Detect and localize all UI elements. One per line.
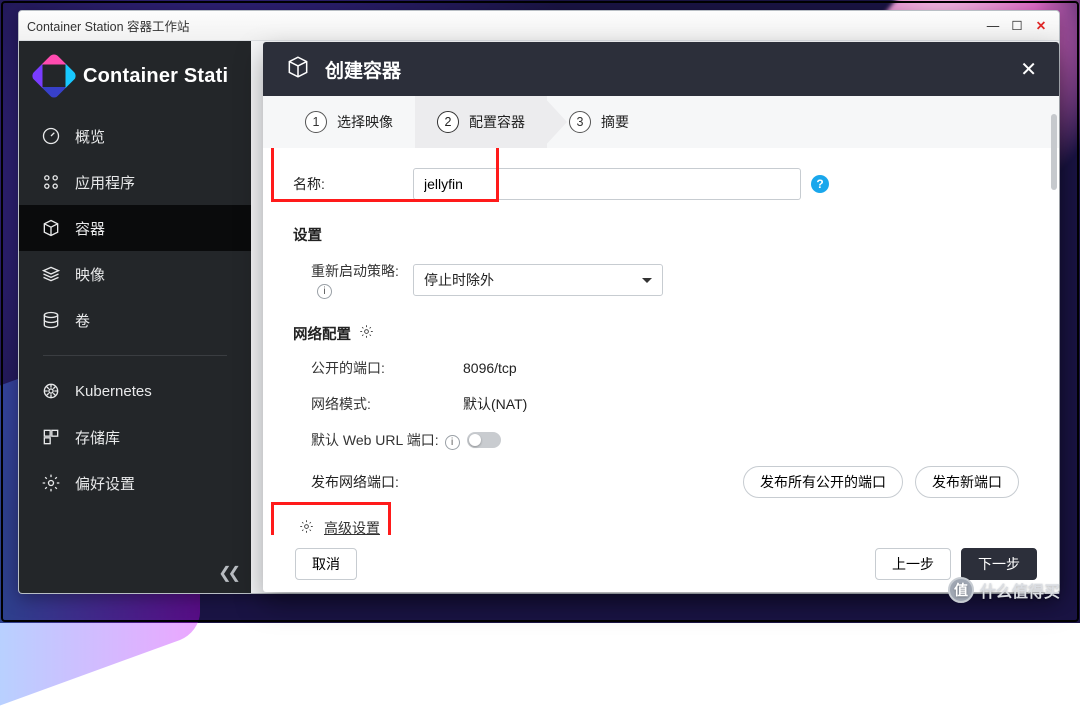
info-icon[interactable]: i	[317, 284, 332, 299]
step-number: 1	[305, 111, 327, 133]
database-icon	[41, 310, 61, 330]
sidebar-item-repos[interactable]: 存储库	[19, 414, 251, 460]
publish-all-button[interactable]: 发布所有公开的端口	[743, 466, 903, 498]
web-url-port-label: 默认 Web URL 端口:i	[293, 430, 463, 450]
watermark: 值 什么值得买	[948, 577, 1060, 603]
restart-policy-select[interactable]: 停止时除外	[413, 264, 663, 296]
sidebar-item-containers[interactable]: 容器	[19, 205, 251, 251]
gear-icon	[41, 473, 61, 493]
titlebar: Container Station 容器工作站 — ☐ ✕	[19, 11, 1059, 41]
layers-icon	[41, 264, 61, 284]
gear-icon[interactable]	[359, 324, 374, 343]
advanced-settings-link[interactable]: 高级设置	[324, 518, 380, 535]
publish-ports-label: 发布网络端口:	[293, 472, 399, 492]
sidebar-item-label: 概览	[75, 126, 105, 147]
network-heading: 网络配置	[293, 323, 1019, 344]
help-icon[interactable]: ?	[811, 175, 829, 193]
publish-new-button[interactable]: 发布新端口	[915, 466, 1019, 498]
info-icon[interactable]: i	[445, 435, 460, 450]
watermark-badge: 值	[948, 577, 974, 603]
step-label: 摘要	[601, 112, 629, 132]
dialog-title: 创建容器	[325, 56, 401, 83]
app-logo-icon	[37, 59, 71, 93]
exposed-port-label: 公开的端口:	[293, 358, 463, 378]
dialog-body: 名称: ? 设置 重新启动策略:i 停止时除外 网络配置 公开的端口: 8096…	[263, 148, 1059, 535]
step-1[interactable]: 1 选择映像	[283, 96, 415, 148]
sidebar-item-label: 容器	[75, 218, 105, 239]
stepper: 1 选择映像 2 配置容器 3 摘要	[263, 96, 1059, 148]
network-mode-label: 网络模式:	[293, 394, 463, 414]
cube-icon	[41, 218, 61, 238]
dialog-header: 创建容器 ✕	[263, 42, 1059, 96]
gauge-icon	[41, 126, 61, 146]
sidebar-collapse-button[interactable]: ❮❮	[218, 563, 237, 583]
sidebar-item-label: 偏好设置	[75, 473, 135, 494]
step-2[interactable]: 2 配置容器	[415, 96, 547, 148]
brand-name: Container Stati	[83, 65, 228, 88]
window-title: Container Station 容器工作站	[27, 16, 190, 35]
exposed-port-value: 8096/tcp	[463, 360, 517, 376]
gear-icon	[299, 519, 314, 535]
cube-icon	[285, 54, 311, 85]
step-3[interactable]: 3 摘要	[547, 96, 651, 148]
grid-icon	[41, 172, 61, 192]
sidebar-item-volumes[interactable]: 卷	[19, 297, 251, 343]
sidebar: Container Stati 概览 应用程序 容器 映像	[19, 41, 251, 593]
sidebar-item-label: 映像	[75, 264, 105, 285]
sidebar-item-kubernetes[interactable]: Kubernetes	[19, 368, 251, 414]
network-mode-value: 默认(NAT)	[463, 394, 527, 414]
step-number: 3	[569, 111, 591, 133]
step-label: 配置容器	[469, 112, 525, 132]
sidebar-item-label: 卷	[75, 310, 90, 331]
web-url-port-toggle[interactable]	[467, 432, 501, 448]
name-label: 名称:	[293, 174, 413, 194]
next-step-button[interactable]: 下一步	[961, 548, 1037, 580]
name-input[interactable]	[413, 168, 801, 200]
dialog-close-button[interactable]: ✕	[1020, 57, 1037, 82]
step-number: 2	[437, 111, 459, 133]
sidebar-item-preferences[interactable]: 偏好设置	[19, 460, 251, 506]
brand: Container Stati	[19, 41, 251, 107]
sidebar-item-overview[interactable]: 概览	[19, 113, 251, 159]
sidebar-item-apps[interactable]: 应用程序	[19, 159, 251, 205]
watermark-text: 什么值得买	[980, 578, 1060, 602]
cancel-button[interactable]: 取消	[295, 548, 357, 580]
window-close-button[interactable]: ✕	[1031, 16, 1051, 36]
sidebar-item-label: 存储库	[75, 427, 120, 448]
sidebar-item-label: 应用程序	[75, 172, 135, 193]
settings-heading: 设置	[293, 224, 1019, 245]
prev-step-button[interactable]: 上一步	[875, 548, 951, 580]
dialog-footer: 取消 上一步 下一步	[263, 535, 1059, 592]
window-max-button[interactable]: ☐	[1007, 16, 1027, 36]
repo-icon	[41, 427, 61, 447]
select-value: 停止时除外	[424, 270, 494, 290]
sidebar-item-images[interactable]: 映像	[19, 251, 251, 297]
helm-icon	[41, 381, 61, 401]
create-container-dialog: 创建容器 ✕ 1 选择映像 2 配置容器 3 摘要 名称: ? 设置 重新启动策…	[263, 42, 1059, 592]
restart-policy-label: 重新启动策略:i	[293, 261, 413, 299]
sidebar-item-label: Kubernetes	[75, 383, 152, 400]
window-min-button[interactable]: —	[983, 16, 1003, 36]
step-label: 选择映像	[337, 112, 393, 132]
